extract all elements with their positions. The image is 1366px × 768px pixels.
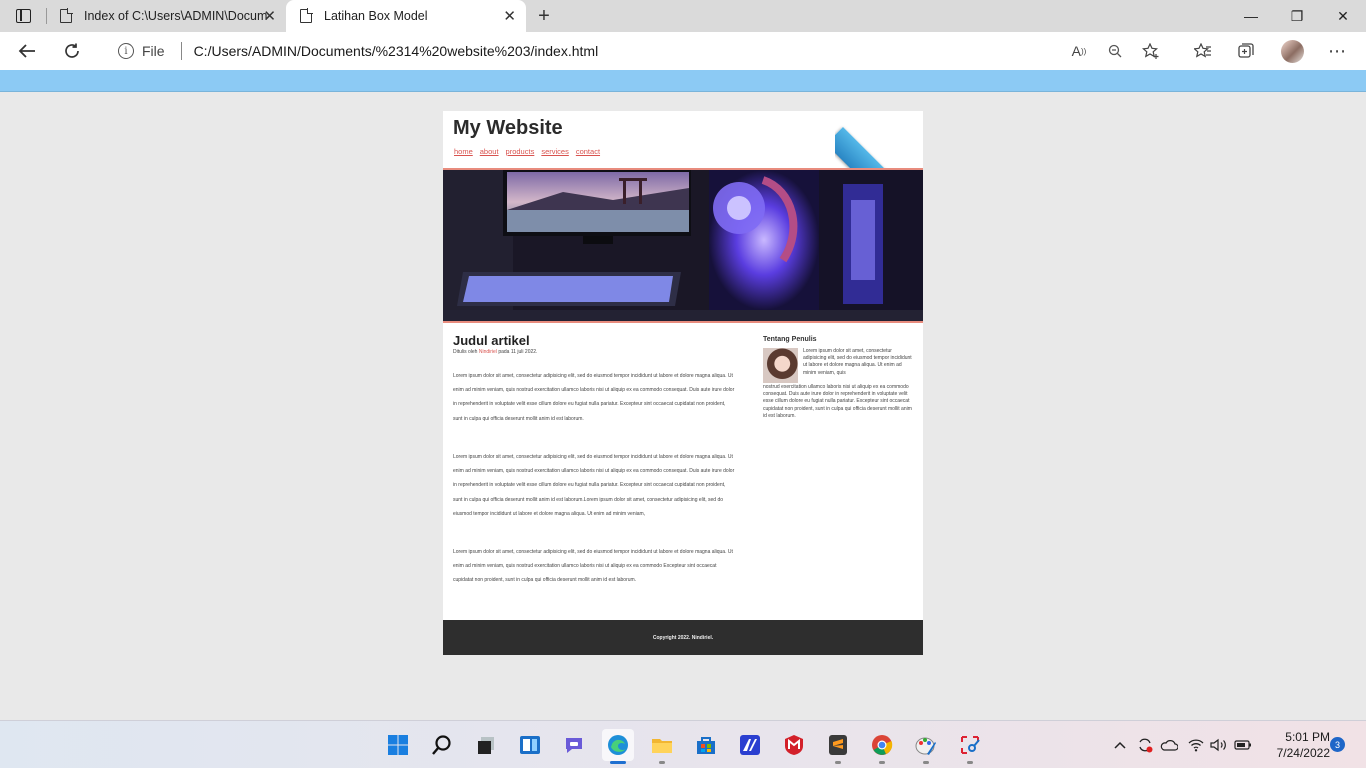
header-banner-image bbox=[443, 168, 923, 323]
browser-toolbar: i File C:/Users/ADMIN/Documents/%2314%20… bbox=[0, 32, 1366, 70]
running-indicator bbox=[967, 761, 973, 764]
store-icon[interactable] bbox=[690, 729, 722, 761]
refresh-icon[interactable] bbox=[55, 32, 89, 70]
byline-date: pada 11 juli 2022. bbox=[498, 349, 538, 355]
nav-link-contact[interactable]: contact bbox=[576, 147, 600, 156]
windows-taskbar: 5:01 PM 7/24/2022 bbox=[0, 720, 1366, 768]
close-tab-icon[interactable]: ✕ bbox=[263, 7, 276, 25]
article-title: Judul artikel bbox=[453, 333, 530, 348]
start-button[interactable] bbox=[382, 729, 414, 761]
paint-icon[interactable] bbox=[910, 729, 942, 764]
scheme-label: File bbox=[142, 43, 165, 59]
article-paragraph: Lorem ipsum dolor sit amet, consectetur … bbox=[453, 373, 735, 422]
search-icon[interactable] bbox=[426, 729, 458, 761]
collections-icon[interactable] bbox=[1229, 32, 1263, 70]
onedrive-icon[interactable] bbox=[1158, 721, 1180, 768]
notification-badge[interactable]: 3 bbox=[1330, 737, 1345, 752]
system-clock[interactable]: 5:01 PM 7/24/2022 bbox=[1260, 729, 1330, 761]
document-icon bbox=[300, 8, 313, 23]
close-tab-icon[interactable]: ✕ bbox=[503, 7, 516, 25]
app-icon-blue[interactable] bbox=[734, 729, 766, 761]
tab-title: Index of C:\Users\ADMIN\Docum bbox=[84, 9, 268, 23]
edge-taskbar-icon[interactable] bbox=[602, 729, 634, 764]
new-tab-button[interactable]: + bbox=[532, 0, 556, 32]
address-divider bbox=[180, 42, 182, 60]
clock-time: 5:01 PM bbox=[1285, 730, 1330, 744]
article-byline: Ditulis oleh Nindiriel pada 11 juli 2022… bbox=[453, 349, 537, 355]
close-window-button[interactable]: ✕ bbox=[1320, 0, 1366, 32]
more-options-icon[interactable]: ⋯ bbox=[1320, 32, 1354, 70]
footer-copyright: Copyright 2022. Nindiriel. bbox=[652, 634, 714, 641]
nav-link-home[interactable]: home bbox=[454, 147, 473, 156]
sync-icon[interactable] bbox=[1134, 721, 1156, 768]
author-bio: Lorem ipsum dolor sit amet, consectetur … bbox=[803, 348, 912, 376]
document-icon bbox=[60, 8, 73, 23]
minimize-button[interactable]: — bbox=[1228, 0, 1274, 32]
tab-separator bbox=[46, 8, 47, 24]
sublime-text-icon[interactable] bbox=[822, 729, 854, 764]
browser-tab-strip: Index of C:\Users\ADMIN\Docum ✕ Latihan … bbox=[0, 0, 1366, 32]
nav-link-products[interactable]: products bbox=[506, 147, 535, 156]
running-indicator bbox=[659, 761, 665, 764]
mcafee-icon[interactable] bbox=[778, 729, 810, 761]
byline-prefix: Ditulis oleh bbox=[453, 349, 478, 355]
running-indicator bbox=[835, 761, 841, 764]
teams-chat-icon[interactable] bbox=[558, 729, 590, 761]
task-view-icon[interactable] bbox=[470, 729, 502, 761]
author-bio-continued: nostrud exercitation ullamco laboris nis… bbox=[763, 384, 912, 419]
tab-actions-icon[interactable] bbox=[16, 9, 31, 23]
battery-icon[interactable] bbox=[1232, 721, 1254, 768]
url-text[interactable]: C:/Users/ADMIN/Documents/%2314%20website… bbox=[194, 43, 599, 59]
chrome-icon[interactable] bbox=[866, 729, 898, 764]
address-bar[interactable]: i File C:/Users/ADMIN/Documents/%2314%20… bbox=[100, 35, 1176, 67]
restore-button[interactable]: ❐ bbox=[1274, 0, 1320, 32]
profile-avatar[interactable] bbox=[1281, 40, 1304, 63]
site-title: My Website bbox=[453, 117, 563, 139]
site-nav: home about products services contact bbox=[454, 147, 600, 156]
author-link[interactable]: Nindiriel bbox=[479, 349, 497, 355]
zoom-icon[interactable] bbox=[1098, 32, 1132, 70]
wifi-icon[interactable] bbox=[1186, 721, 1206, 768]
info-icon[interactable]: i bbox=[118, 43, 134, 59]
info-bar bbox=[0, 70, 1366, 92]
back-icon[interactable] bbox=[10, 32, 44, 70]
snipping-tool-icon[interactable] bbox=[954, 729, 986, 764]
running-indicator bbox=[879, 761, 885, 764]
add-favorite-icon[interactable] bbox=[1134, 32, 1168, 70]
clock-date: 7/24/2022 bbox=[1276, 746, 1330, 760]
volume-icon[interactable] bbox=[1208, 721, 1230, 768]
author-photo bbox=[763, 348, 798, 383]
article-paragraph: Lorem ipsum dolor sit amet, consectetur … bbox=[453, 549, 733, 584]
read-aloud-icon[interactable]: A)) bbox=[1062, 32, 1096, 70]
web-page: My Website home about products services … bbox=[443, 111, 927, 655]
article-paragraph: Lorem ipsum dolor sit amet, consectetur … bbox=[453, 454, 735, 517]
file-explorer-icon[interactable] bbox=[646, 729, 678, 764]
running-indicator bbox=[923, 761, 929, 764]
active-indicator bbox=[610, 761, 626, 764]
tab-index[interactable]: Index of C:\Users\ADMIN\Docum ✕ bbox=[48, 0, 286, 32]
sidebar-title: Tentang Penulis bbox=[763, 336, 817, 343]
favorites-icon[interactable] bbox=[1186, 32, 1220, 70]
widgets-icon[interactable] bbox=[514, 729, 546, 761]
nav-link-services[interactable]: services bbox=[541, 147, 569, 156]
tab-title: Latihan Box Model bbox=[324, 9, 428, 23]
site-footer: Copyright 2022. Nindiriel. bbox=[443, 620, 923, 655]
tab-latihan-box-model[interactable]: Latihan Box Model ✕ bbox=[286, 0, 526, 32]
show-hidden-icons-chevron-icon[interactable] bbox=[1110, 721, 1130, 768]
nav-link-about[interactable]: about bbox=[480, 147, 499, 156]
